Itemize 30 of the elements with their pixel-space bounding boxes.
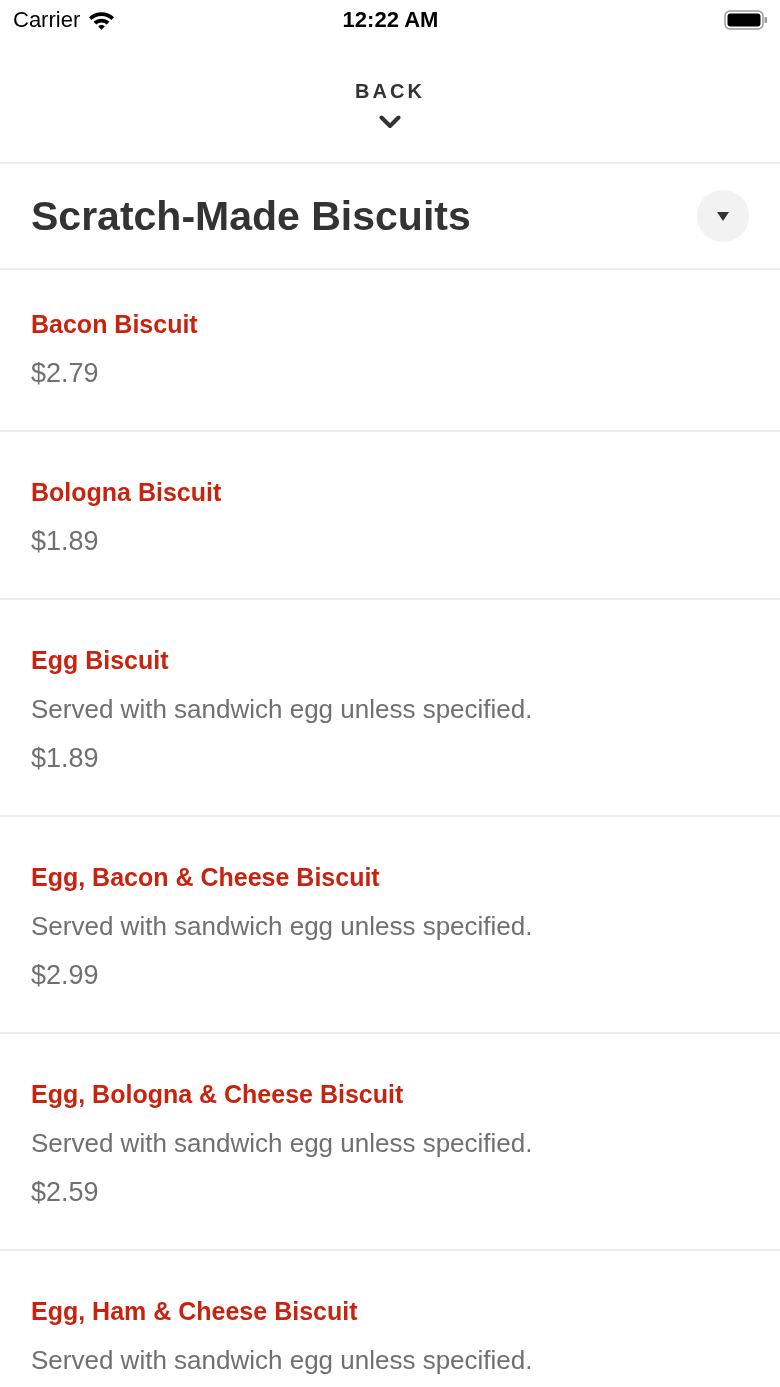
back-button[interactable]: BACK <box>349 79 431 130</box>
menu-item[interactable]: Bologna Biscuit $1.89 <box>0 432 780 600</box>
item-name: Bacon Biscuit <box>31 310 198 338</box>
wifi-icon <box>88 10 116 30</box>
menu-item[interactable]: Egg, Ham & Cheese Biscuit Served with sandwich egg unless specified. <box>0 1251 780 1374</box>
menu-item[interactable]: Egg, Bacon & Cheese Biscuit Served with sandwich egg unless specified. $2.99 <box>0 817 780 1034</box>
item-price: $1.89 <box>31 744 99 772</box>
item-price: $2.59 <box>31 1178 99 1206</box>
item-description: Served with sandwich egg unless specified. <box>31 912 533 940</box>
section-title: Scratch-Made Biscuits <box>31 192 471 240</box>
menu-item[interactable]: Egg, Bologna & Cheese Biscuit Served with sandwich egg unless specified. $2.59 <box>0 1034 780 1251</box>
item-price: $1.89 <box>31 527 99 555</box>
clock-time: 12:22 AM <box>342 7 439 33</box>
item-description: Served with sandwich egg unless specified. <box>31 1346 533 1374</box>
item-name: Egg, Bologna & Cheese Biscuit <box>31 1080 404 1108</box>
dropdown-button[interactable] <box>697 190 749 242</box>
carrier-name: Carrier <box>13 7 81 33</box>
item-name: Egg, Bacon & Cheese Biscuit <box>31 863 380 891</box>
item-description: Served with sandwich egg unless specified. <box>31 1129 533 1157</box>
menu-item[interactable]: Egg Biscuit Served with sandwich egg unless specified. $1.89 <box>0 600 780 817</box>
chevron-down-icon <box>379 115 401 130</box>
menu-item[interactable]: Bacon Biscuit $2.79 <box>0 270 780 432</box>
item-name: Egg Biscuit <box>31 646 169 674</box>
item-price: $2.99 <box>31 961 99 989</box>
item-name: Egg, Ham & Cheese Biscuit <box>31 1297 358 1325</box>
battery-icon <box>724 10 768 30</box>
item-description: Served with sandwich egg unless specified. <box>31 695 533 723</box>
item-price: $2.79 <box>31 359 99 387</box>
caret-down-icon <box>717 211 729 221</box>
item-name: Bologna Biscuit <box>31 478 222 506</box>
